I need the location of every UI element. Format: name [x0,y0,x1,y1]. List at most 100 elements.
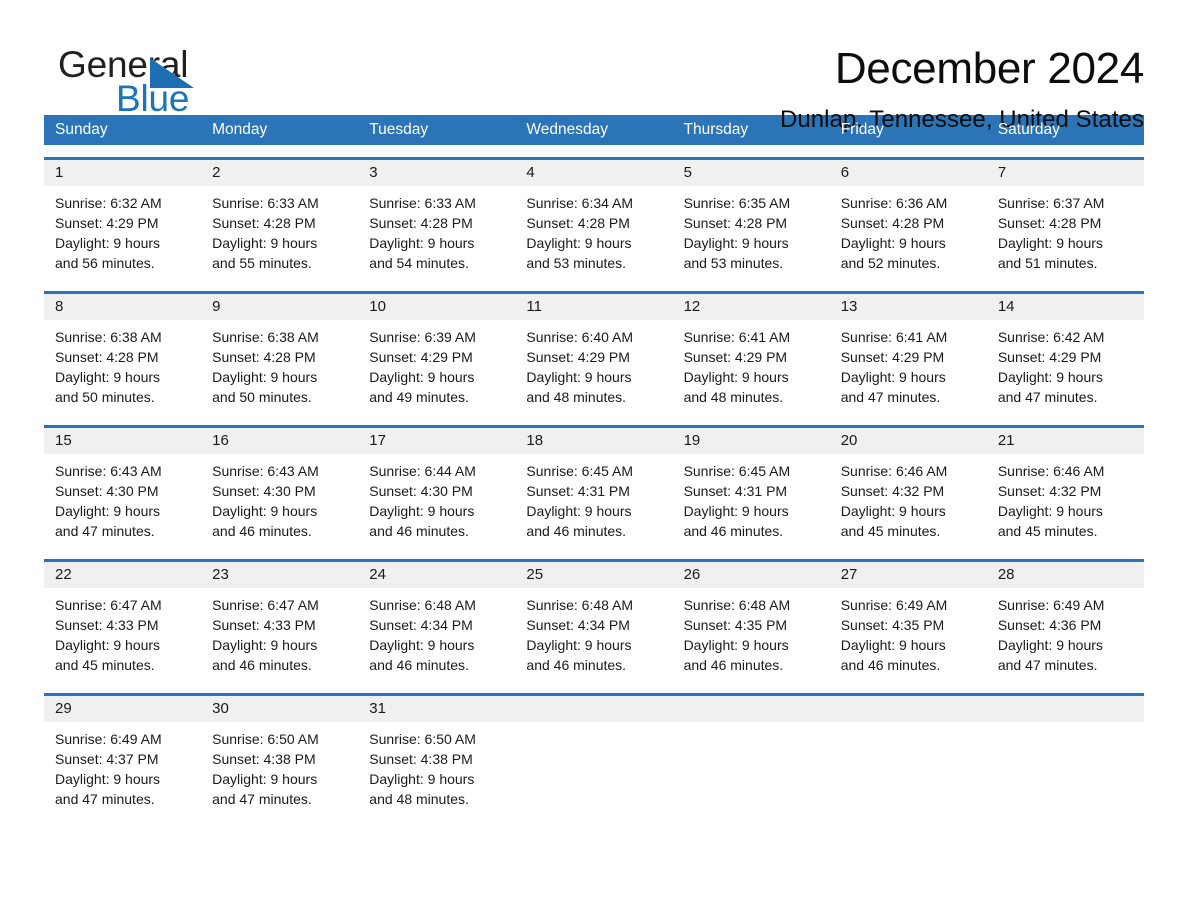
day-number-empty [987,696,1144,722]
day-cell[interactable]: Sunrise: 6:41 AM Sunset: 4:29 PM Dayligh… [673,320,830,413]
day-number: 8 [55,298,64,315]
sunset-text: Sunset: 4:28 PM [212,349,316,365]
day-cell[interactable]: Sunrise: 6:47 AM Sunset: 4:33 PM Dayligh… [201,588,358,681]
calendar-page: General Blue December 2024 Dunlap, Tenne… [0,0,1188,918]
day-cell[interactable]: Sunrise: 6:48 AM Sunset: 4:35 PM Dayligh… [673,588,830,681]
day-cell[interactable]: Sunrise: 6:35 AM Sunset: 4:28 PM Dayligh… [673,186,830,279]
daylight-text-line1: Daylight: 9 hours [683,369,789,385]
day-cell[interactable]: Sunrise: 6:43 AM Sunset: 4:30 PM Dayligh… [44,454,201,547]
day-cell[interactable]: Sunrise: 6:37 AM Sunset: 4:28 PM Dayligh… [987,186,1144,279]
week-detail-band: Sunrise: 6:43 AM Sunset: 4:30 PM Dayligh… [44,454,1144,547]
daylight-text-line1: Daylight: 9 hours [55,503,161,519]
daylight-text-line2: and 47 minutes. [212,791,312,807]
day-cell[interactable]: Sunrise: 6:32 AM Sunset: 4:29 PM Dayligh… [44,186,201,279]
sunset-text: Sunset: 4:29 PM [55,215,159,231]
day-cell[interactable]: Sunrise: 6:40 AM Sunset: 4:29 PM Dayligh… [515,320,672,413]
day-cell[interactable]: Sunrise: 6:46 AM Sunset: 4:32 PM Dayligh… [830,454,987,547]
daylight-text-line1: Daylight: 9 hours [212,369,318,385]
daylight-text-line2: and 45 minutes. [840,523,941,539]
day-number: 10 [369,298,386,315]
daylight-text-line2: and 46 minutes. [683,523,784,539]
day-number: 14 [997,298,1015,315]
day-cell[interactable]: Sunrise: 6:36 AM Sunset: 4:28 PM Dayligh… [830,186,987,279]
week-row: 22 23 24 25 26 27 28 Sunrise: 6:47 AM Su… [44,559,1144,681]
sunrise-text: Sunrise: 6:36 AM [840,195,948,211]
daylight-text-line2: and 48 minutes. [683,389,784,405]
day-cell[interactable]: Sunrise: 6:38 AM Sunset: 4:28 PM Dayligh… [44,320,201,413]
day-cell[interactable]: Sunrise: 6:42 AM Sunset: 4:29 PM Dayligh… [987,320,1144,413]
daylight-text-line1: Daylight: 9 hours [55,637,161,653]
day-cell[interactable]: Sunrise: 6:38 AM Sunset: 4:28 PM Dayligh… [201,320,358,413]
sunrise-text: Sunrise: 6:45 AM [683,463,791,479]
day-number-empty [673,696,830,722]
day-number: 25 [526,566,544,583]
day-cell[interactable]: Sunrise: 6:50 AM Sunset: 4:38 PM Dayligh… [358,722,515,815]
sunset-text: Sunset: 4:32 PM [840,483,945,499]
daylight-text-line1: Daylight: 9 hours [526,235,632,251]
day-cell[interactable]: Sunrise: 6:45 AM Sunset: 4:31 PM Dayligh… [673,454,830,547]
daylight-text-line1: Daylight: 9 hours [840,369,946,385]
day-number: 9 [212,298,221,315]
daylight-text-line1: Daylight: 9 hours [369,771,475,787]
day-number: 29 [55,700,72,717]
day-cell[interactable]: Sunrise: 6:33 AM Sunset: 4:28 PM Dayligh… [358,186,515,279]
day-cell[interactable]: Sunrise: 6:34 AM Sunset: 4:28 PM Dayligh… [515,186,672,279]
sunset-text: Sunset: 4:31 PM [526,483,630,499]
sunset-text: Sunset: 4:29 PM [526,349,630,365]
day-number: 19 [683,432,701,449]
week-row: 1 2 3 4 5 6 7 Sunrise: 6:32 AM Sunset: 4… [44,157,1144,279]
daylight-text-line1: Daylight: 9 hours [212,235,318,251]
day-number: 22 [55,566,72,583]
day-number: 27 [840,566,858,583]
week-row: 29 30 31 Sunrise: 6:49 AM Sunset: 4:37 P… [44,693,1144,815]
day-cell[interactable]: Sunrise: 6:47 AM Sunset: 4:33 PM Dayligh… [44,588,201,681]
week-date-band: 1 2 3 4 5 6 7 [44,160,1144,186]
day-number: 15 [55,432,72,449]
sunset-text: Sunset: 4:29 PM [997,349,1102,365]
daylight-text-line1: Daylight: 9 hours [55,235,161,251]
daylight-text-line2: and 46 minutes. [683,657,784,673]
day-cell[interactable]: Sunrise: 6:48 AM Sunset: 4:34 PM Dayligh… [358,588,515,681]
daylight-text-line2: and 48 minutes. [526,389,627,405]
daylight-text-line1: Daylight: 9 hours [683,637,789,653]
day-cell[interactable]: Sunrise: 6:39 AM Sunset: 4:29 PM Dayligh… [358,320,515,413]
day-cell[interactable]: Sunrise: 6:50 AM Sunset: 4:38 PM Dayligh… [201,722,358,815]
day-cell[interactable]: Sunrise: 6:41 AM Sunset: 4:29 PM Dayligh… [830,320,987,413]
sunset-text: Sunset: 4:35 PM [683,617,788,633]
day-cell[interactable]: Sunrise: 6:49 AM Sunset: 4:37 PM Dayligh… [44,722,201,815]
daylight-text-line2: and 50 minutes. [55,389,155,405]
week-row: 8 9 10 11 12 13 14 Sunrise: 6:38 AM Suns… [44,291,1144,413]
sunset-text: Sunset: 4:28 PM [526,215,630,231]
day-cell[interactable]: Sunrise: 6:43 AM Sunset: 4:30 PM Dayligh… [201,454,358,547]
daylight-text-line2: and 46 minutes. [369,657,469,673]
sunset-text: Sunset: 4:30 PM [369,483,473,499]
sunrise-text: Sunrise: 6:45 AM [526,463,634,479]
sunrise-text: Sunrise: 6:49 AM [55,731,162,747]
sunset-text: Sunset: 4:29 PM [683,349,788,365]
sunrise-text: Sunrise: 6:50 AM [212,731,319,747]
week-detail-band: Sunrise: 6:47 AM Sunset: 4:33 PM Dayligh… [44,588,1144,681]
day-cell-empty [987,722,1144,815]
weekday-header-row: Sunday Monday Tuesday Wednesday Thursday… [44,115,1144,145]
daylight-text-line1: Daylight: 9 hours [369,235,475,251]
day-cell[interactable]: Sunrise: 6:45 AM Sunset: 4:31 PM Dayligh… [515,454,672,547]
daylight-text-line1: Daylight: 9 hours [369,369,475,385]
day-cell[interactable]: Sunrise: 6:46 AM Sunset: 4:32 PM Dayligh… [987,454,1144,547]
day-cell[interactable]: Sunrise: 6:44 AM Sunset: 4:30 PM Dayligh… [358,454,515,547]
day-cell[interactable]: Sunrise: 6:33 AM Sunset: 4:28 PM Dayligh… [201,186,358,279]
day-cell-empty [673,722,830,815]
sunrise-text: Sunrise: 6:32 AM [55,195,162,211]
sunrise-text: Sunrise: 6:35 AM [683,195,791,211]
day-cell[interactable]: Sunrise: 6:49 AM Sunset: 4:36 PM Dayligh… [987,588,1144,681]
logo-text-blue: Blue [116,78,190,119]
week-detail-band: Sunrise: 6:38 AM Sunset: 4:28 PM Dayligh… [44,320,1144,413]
week-date-band: 8 9 10 11 12 13 14 [44,294,1144,320]
day-cell[interactable]: Sunrise: 6:48 AM Sunset: 4:34 PM Dayligh… [515,588,672,681]
sunrise-text: Sunrise: 6:34 AM [526,195,634,211]
daylight-text-line1: Daylight: 9 hours [369,503,475,519]
sunset-text: Sunset: 4:28 PM [840,215,945,231]
sunset-text: Sunset: 4:30 PM [212,483,316,499]
daylight-text-line1: Daylight: 9 hours [526,637,632,653]
sunset-text: Sunset: 4:38 PM [369,751,473,767]
day-cell[interactable]: Sunrise: 6:49 AM Sunset: 4:35 PM Dayligh… [830,588,987,681]
